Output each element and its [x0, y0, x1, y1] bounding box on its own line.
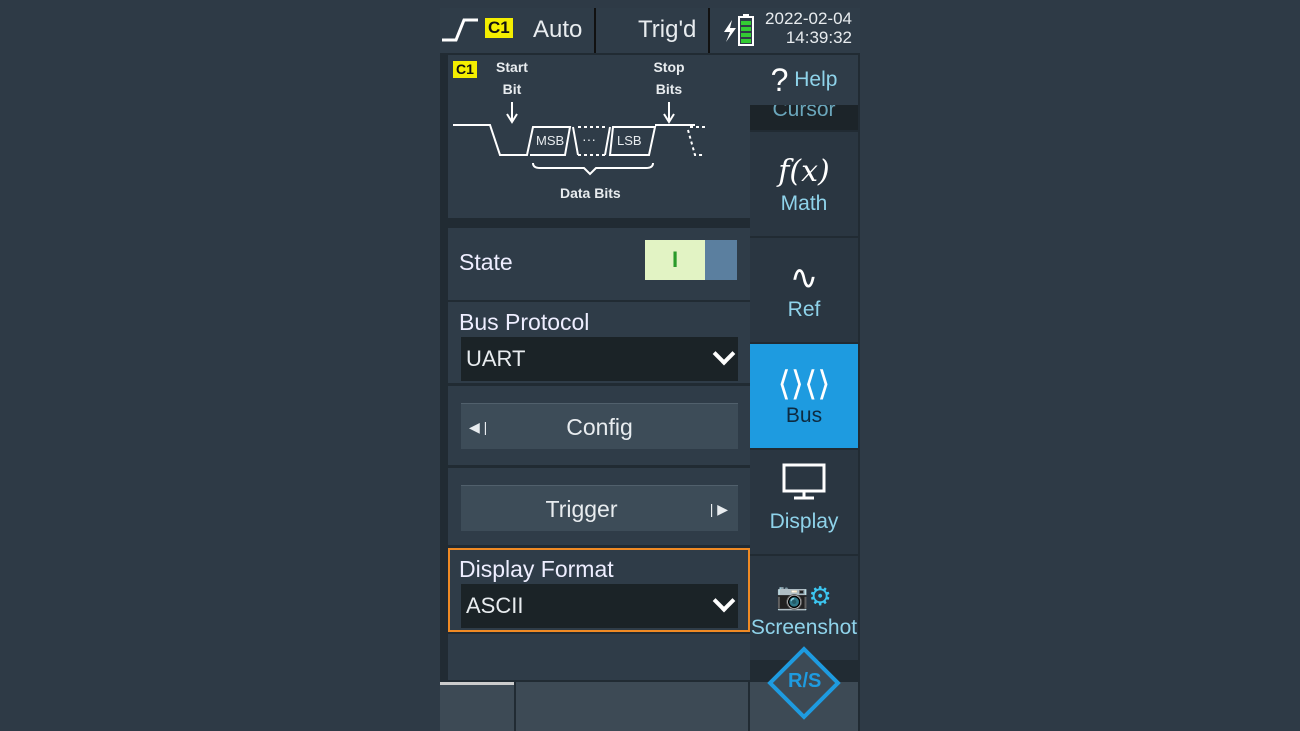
display-button[interactable]: Display — [750, 450, 858, 554]
math-button[interactable]: f(x) Math — [750, 132, 858, 236]
back-arrow-icon: ◀ | — [469, 419, 488, 435]
data-bits-label: Data Bits — [560, 185, 621, 201]
rising-edge-icon[interactable] — [442, 16, 480, 44]
bus-label: Bus — [785, 404, 823, 427]
cursor-label: Cursor — [772, 105, 836, 121]
msb-label: MSB — [536, 133, 565, 148]
display-format-value: ASCII — [466, 593, 524, 618]
lsb-label: LSB — [617, 133, 642, 148]
chevron-down-icon — [712, 589, 736, 613]
date: 2022-02-04 — [765, 9, 852, 28]
stop-bits-label: Stop Bits — [647, 56, 691, 100]
uart-waveform — [453, 102, 705, 176]
divider — [594, 8, 596, 53]
function-icon: f(x) — [778, 154, 830, 189]
start-bit-label: Start Bit — [490, 56, 534, 100]
trigger-mode[interactable]: Auto — [533, 16, 582, 44]
rs-logo-text: R/S — [788, 670, 822, 692]
display-format-label: Display Format — [459, 556, 614, 582]
bus-protocol-value: UART — [466, 346, 526, 371]
help-label: Help — [794, 68, 838, 91]
config-label: Config — [566, 414, 633, 440]
ref-button[interactable]: ∿ Ref — [750, 238, 858, 342]
display-label: Display — [769, 510, 839, 533]
bus-button[interactable]: ⟨⟩⟨⟩ Bus — [750, 344, 858, 448]
ref-label: Ref — [787, 298, 821, 321]
channel-badge: C1 — [453, 61, 477, 78]
config-button[interactable]: ◀ | Config — [461, 403, 738, 449]
dots-label: ··· — [582, 131, 596, 147]
trigger-status[interactable]: Trig'd — [638, 16, 696, 44]
battery-charging-icon — [724, 14, 754, 46]
display-format-dropdown[interactable]: ASCII — [461, 584, 738, 628]
clock: 2022-02-04 14:39:32 — [762, 9, 852, 47]
start-text: Start — [496, 59, 528, 75]
bus-protocol-dropdown[interactable]: UART — [461, 337, 738, 381]
reference-waveform-icon: ∿ — [789, 259, 819, 297]
bits-text: Bits — [655, 81, 683, 97]
camera-gear-icon: 📷⚙ — [776, 581, 832, 611]
bottom-tab[interactable] — [440, 682, 514, 731]
question-icon: ? — [770, 61, 789, 98]
trigger-label: Trigger — [545, 496, 618, 522]
bit-text: Bit — [502, 81, 522, 97]
math-label: Math — [780, 192, 828, 215]
state-label: State — [459, 249, 513, 275]
screenshot-button[interactable]: 📷⚙ Screenshot — [750, 556, 858, 660]
bus-icon: ⟨⟩⟨⟩ — [777, 365, 831, 403]
screenshot-label: Screenshot — [750, 616, 858, 639]
chevron-down-icon — [712, 342, 736, 366]
empty-row — [448, 634, 750, 680]
forward-arrow-icon: | ▶ — [709, 501, 728, 517]
divider — [708, 8, 710, 53]
time: 14:39:32 — [785, 28, 852, 47]
toggle-on-indicator: I — [645, 240, 705, 280]
cursor-button[interactable]: Cursor — [750, 105, 858, 130]
bus-protocol-label: Bus Protocol — [459, 309, 590, 335]
trigger-source-badge[interactable]: C1 — [485, 18, 513, 38]
stop-text: Stop — [653, 59, 685, 75]
bottom-bar — [516, 682, 748, 731]
help-button[interactable]: ? Help — [750, 55, 858, 105]
state-toggle[interactable]: I — [645, 240, 737, 280]
monitor-icon — [750, 450, 858, 510]
trigger-button[interactable]: Trigger | ▶ — [461, 485, 738, 531]
